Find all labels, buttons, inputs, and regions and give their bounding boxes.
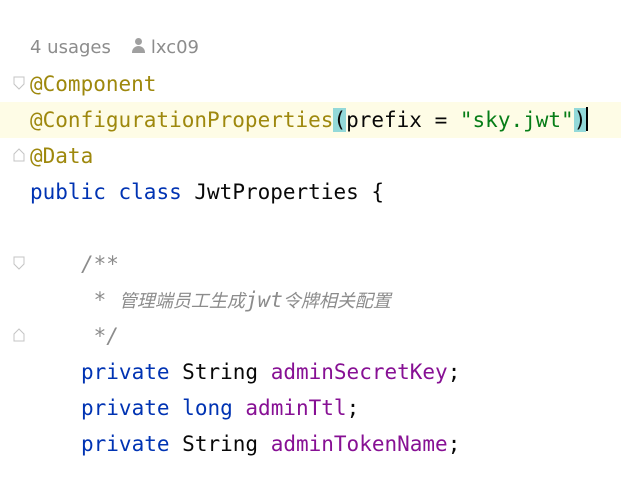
comment-text: 令牌相关配置 (282, 291, 391, 312)
code-editor[interactable]: 4 usages lxc09 @Component @ConfigurationP… (0, 0, 621, 503)
code-line[interactable]: public class JwtProperties { (0, 174, 621, 210)
code-line[interactable]: @Component (0, 66, 621, 102)
annotation-token: @ConfigurationProperties (30, 108, 334, 132)
comment-token: * (81, 288, 119, 312)
comment-text: 管理端员工生成 (118, 291, 245, 312)
field-token: adminTtl (245, 396, 347, 420)
author-hint[interactable]: lxc09 (151, 37, 199, 58)
usages-hint[interactable]: 4 usages (30, 37, 111, 58)
string-token: "sky.jwt" (459, 108, 574, 132)
code-line[interactable]: private long adminTtl; (0, 390, 621, 426)
close-paren-match: ) (573, 108, 587, 132)
field-token: adminTokenName (270, 432, 448, 456)
semicolon-token: ; (346, 396, 360, 420)
code-line[interactable]: */ (0, 318, 621, 354)
code-line[interactable]: private String adminTokenName; (0, 426, 621, 462)
keyword-token: private (81, 396, 170, 420)
annotation-token: @Data (30, 144, 94, 168)
annotation-token: @Component (30, 72, 157, 96)
keyword-token: private (81, 360, 170, 384)
code-vision-hint: 4 usages lxc09 (30, 30, 199, 66)
keyword-token: private (81, 432, 170, 456)
code-line[interactable]: @Data (0, 138, 621, 174)
type-token: String (182, 360, 259, 384)
comment-token: */ (81, 324, 119, 348)
open-paren-match: ( (333, 108, 347, 132)
semicolon-token: ; (447, 432, 461, 456)
class-name-token: JwtProperties { (194, 180, 385, 204)
code-line-current[interactable]: @ConfigurationProperties(prefix = "sky.j… (0, 102, 621, 138)
code-line[interactable]: private String adminSecretKey; (0, 354, 621, 390)
comment-token: /** (81, 252, 119, 276)
comment-token: jwt (244, 288, 283, 312)
type-token: String (182, 432, 259, 456)
keyword-token: class (118, 180, 182, 204)
keyword-token: public (30, 180, 106, 204)
code-line[interactable]: /** (0, 246, 621, 282)
code-line-blank[interactable] (0, 210, 621, 246)
param-token: prefix = (346, 108, 460, 132)
text-caret (586, 107, 589, 131)
author-icon (131, 38, 145, 54)
semicolon-token: ; (447, 360, 461, 384)
field-token: adminSecretKey (270, 360, 448, 384)
code-line[interactable]: * 管理端员工生成jwt令牌相关配置 (0, 282, 621, 318)
type-token: long (182, 396, 233, 420)
